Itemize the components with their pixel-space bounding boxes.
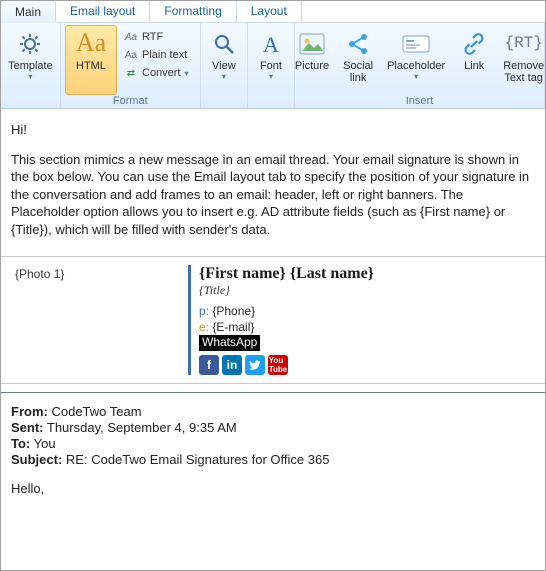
link-icon xyxy=(460,30,488,58)
linkedin-icon[interactable]: in xyxy=(222,355,242,375)
tab-main[interactable]: Main xyxy=(1,2,56,23)
twitter-icon[interactable] xyxy=(245,355,265,375)
link-label: Link xyxy=(464,60,484,72)
view-button[interactable]: View ▾ xyxy=(202,25,246,95)
html-label: HTML xyxy=(76,60,106,72)
picture-button[interactable]: Picture xyxy=(288,25,336,95)
signature-photo-placeholder[interactable]: {Photo 1} xyxy=(11,265,191,375)
quoted-message: From: CodeTwo Team Sent: Thursday, Septe… xyxy=(1,392,545,506)
placeholder-label: Placeholder xyxy=(387,60,445,72)
remove-text-tag-button[interactable]: {RT} Remove Text tag xyxy=(496,25,546,95)
subject-value: RE: CodeTwo Email Signatures for Office … xyxy=(66,452,330,467)
rtf-icon: Aa xyxy=(124,30,138,44)
template-label: Template xyxy=(8,60,53,72)
preview-pane: Hi! This section mimics a new message in… xyxy=(1,109,545,516)
link-button[interactable]: Link xyxy=(452,25,496,95)
gear-icon xyxy=(16,30,44,58)
from-label: From: xyxy=(11,404,48,419)
greeting-text: Hi! xyxy=(11,121,535,139)
signature-title[interactable]: {Title} xyxy=(199,283,374,298)
remove-tag-icon: {RT} xyxy=(510,30,538,58)
remove-text-tag-label: Remove Text tag xyxy=(503,60,544,84)
picture-label: Picture xyxy=(295,60,329,72)
font-a-icon: A xyxy=(257,30,285,58)
view-label: View xyxy=(212,60,236,72)
signature-name[interactable]: {First name} {Last name} xyxy=(199,265,374,283)
convert-icon: ⇄ xyxy=(124,66,138,80)
ribbon: Template ▾ Aa HTML Aa RTF Aa Plain text xyxy=(1,23,545,109)
from-value: CodeTwo Team xyxy=(51,404,141,419)
dropdown-caret-icon: ▾ xyxy=(185,69,189,78)
font-button[interactable]: A Font ▾ xyxy=(249,25,293,95)
youtube-icon[interactable]: YouTube xyxy=(268,355,288,375)
dropdown-caret-icon: ▾ xyxy=(414,73,418,82)
facebook-icon[interactable]: f xyxy=(199,355,219,375)
whatsapp-link[interactable]: WhatsApp xyxy=(199,335,260,351)
placeholder-button[interactable]: Placeholder ▾ xyxy=(380,25,452,95)
font-label: Font xyxy=(260,60,282,72)
rtf-label: RTF xyxy=(142,31,163,43)
tab-formatting[interactable]: Formatting xyxy=(150,1,236,22)
signature-block: {Photo 1} {First name} {Last name} {Titl… xyxy=(1,256,545,384)
html-aa-icon: Aa xyxy=(76,30,106,56)
tab-strip: Main Email layout Formatting Layout xyxy=(1,1,545,23)
convert-label: Convert xyxy=(142,67,181,79)
social-link-button[interactable]: Social link xyxy=(336,25,380,95)
picture-icon xyxy=(298,30,326,58)
phone-placeholder[interactable]: {Phone} xyxy=(212,304,255,318)
format-group-label: Format xyxy=(61,95,200,107)
sent-label: Sent: xyxy=(11,420,44,435)
dropdown-caret-icon: ▾ xyxy=(222,73,226,82)
plaintext-label: Plain text xyxy=(142,49,187,61)
insert-group-label: Insert xyxy=(295,95,544,107)
subject-label: Subject: xyxy=(11,452,62,467)
email-label: e: xyxy=(199,320,209,334)
to-value: You xyxy=(34,436,56,451)
share-icon xyxy=(344,30,372,58)
convert-button[interactable]: ⇄ Convert ▾ xyxy=(121,65,192,81)
dropdown-caret-icon: ▾ xyxy=(269,73,273,82)
intro-paragraph: This section mimics a new message in an … xyxy=(11,151,535,239)
rtf-format-button[interactable]: Aa RTF xyxy=(121,29,192,45)
sent-value: Thursday, September 4, 9:35 AM xyxy=(47,420,237,435)
plaintext-icon: Aa xyxy=(124,48,138,62)
to-label: To: xyxy=(11,436,30,451)
svg-text:A: A xyxy=(263,32,279,56)
plaintext-format-button[interactable]: Aa Plain text xyxy=(121,47,192,63)
placeholder-icon xyxy=(402,30,430,58)
email-placeholder[interactable]: {E-mail} xyxy=(212,320,254,334)
template-button[interactable]: Template ▾ xyxy=(1,25,60,95)
dropdown-caret-icon: ▾ xyxy=(28,73,32,82)
phone-label: p: xyxy=(199,304,209,318)
magnifier-icon xyxy=(210,30,238,58)
tab-layout[interactable]: Layout xyxy=(237,1,302,22)
tab-email-layout[interactable]: Email layout xyxy=(56,1,150,22)
html-format-button[interactable]: Aa HTML xyxy=(65,25,117,95)
social-link-label: Social link xyxy=(343,60,373,84)
quoted-greeting: Hello, xyxy=(11,481,535,496)
